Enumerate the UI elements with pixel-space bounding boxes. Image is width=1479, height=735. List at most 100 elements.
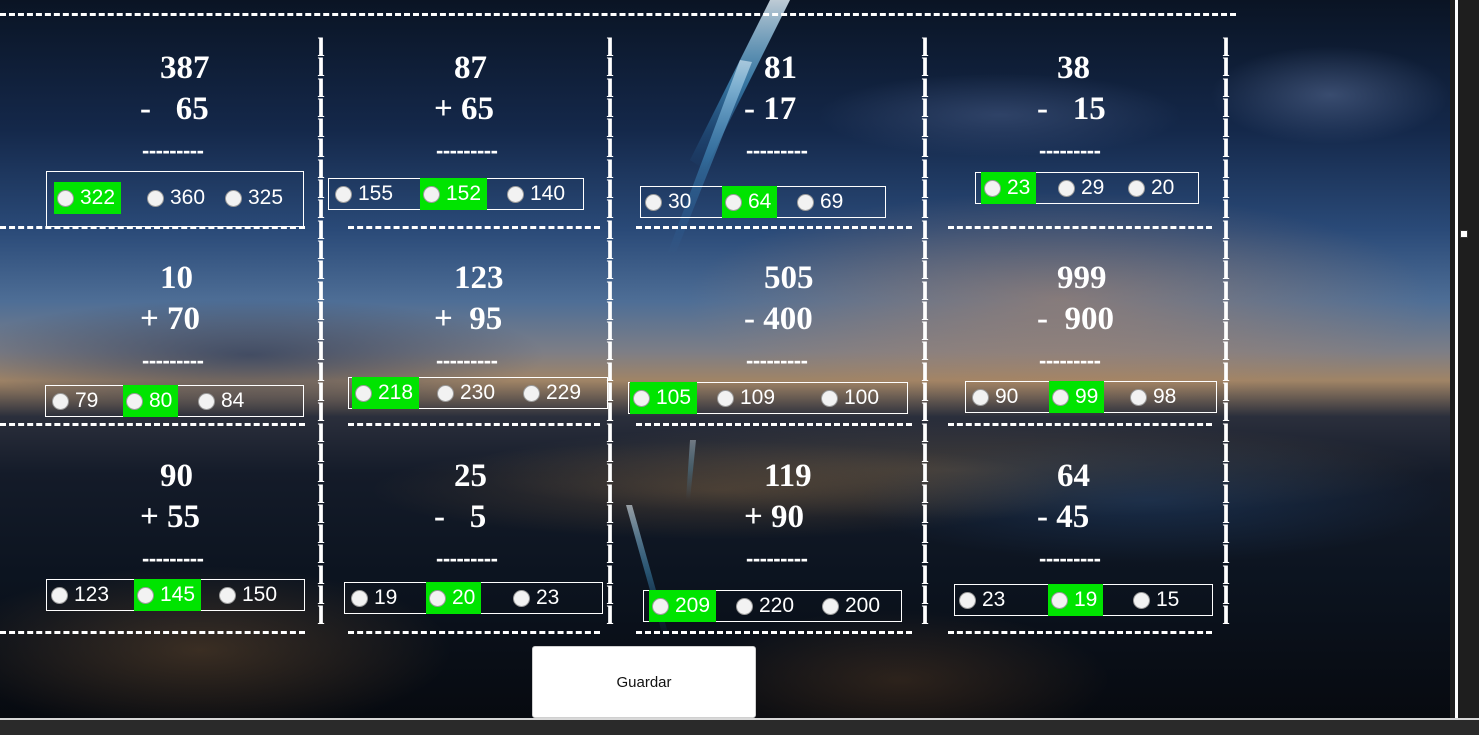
- radio-button[interactable]: [1058, 179, 1075, 197]
- answer-option-label: 123: [74, 583, 110, 606]
- radio-button[interactable]: [645, 193, 662, 211]
- answer-option[interactable]: 150: [216, 579, 277, 611]
- row-divider: [0, 226, 305, 229]
- radio-button[interactable]: [137, 586, 154, 604]
- row-divider: [348, 423, 600, 426]
- answer-option[interactable]: 123: [48, 579, 109, 611]
- answer-option[interactable]: 23: [981, 172, 1037, 204]
- radio-button[interactable]: [652, 597, 669, 615]
- answer-option[interactable]: 109: [714, 382, 775, 414]
- answer-option[interactable]: 30: [642, 186, 691, 218]
- radio-button[interactable]: [351, 589, 368, 607]
- answer-option[interactable]: 209: [649, 590, 717, 622]
- radio-button[interactable]: [355, 384, 372, 402]
- answer-option-label: 90: [995, 385, 1019, 408]
- radio-button[interactable]: [523, 384, 540, 402]
- radio-button[interactable]: [147, 189, 164, 207]
- operation-line: ---------: [746, 138, 808, 163]
- answer-option[interactable]: 100: [818, 382, 879, 414]
- radio-button[interactable]: [821, 389, 838, 407]
- radio-button[interactable]: [959, 591, 976, 609]
- operand-top: 90: [160, 458, 193, 494]
- operation-line: ---------: [1039, 546, 1101, 571]
- radio-button[interactable]: [513, 589, 530, 607]
- radio-button[interactable]: [507, 185, 524, 203]
- answer-option[interactable]: 90: [969, 381, 1018, 413]
- radio-button[interactable]: [429, 589, 446, 607]
- radio-button[interactable]: [633, 389, 650, 407]
- answer-option[interactable]: 80: [123, 385, 179, 417]
- answer-option[interactable]: 220: [733, 590, 794, 622]
- answer-option[interactable]: 29: [1055, 172, 1104, 204]
- answer-option[interactable]: 230: [434, 377, 495, 409]
- answer-option[interactable]: 23: [956, 584, 1005, 616]
- radio-button[interactable]: [335, 185, 352, 203]
- operand-bottom: + 70: [140, 301, 201, 337]
- answer-option[interactable]: 155: [332, 178, 393, 210]
- answer-option[interactable]: 360: [144, 182, 205, 214]
- operation-line: ---------: [436, 138, 498, 163]
- radio-button[interactable]: [1128, 179, 1145, 197]
- answer-option[interactable]: 19: [348, 582, 397, 614]
- radio-button[interactable]: [717, 389, 734, 407]
- answer-option[interactable]: 84: [195, 385, 244, 417]
- radio-button[interactable]: [736, 597, 753, 615]
- radio-button[interactable]: [1052, 388, 1069, 406]
- column-separator: l l l l l l l l l l l l l l l l l l l l …: [921, 33, 929, 631]
- answer-option[interactable]: 23: [510, 582, 559, 614]
- radio-button[interactable]: [52, 392, 69, 410]
- row-divider: [948, 631, 1212, 634]
- answer-option[interactable]: 140: [504, 178, 565, 210]
- answer-option[interactable]: 229: [520, 377, 581, 409]
- radio-button[interactable]: [51, 586, 68, 604]
- scrollbar-line: [1455, 0, 1458, 718]
- window-bottom-bar: [0, 718, 1479, 735]
- save-button[interactable]: Guardar: [532, 646, 756, 718]
- answer-option[interactable]: 20: [1125, 172, 1174, 204]
- answer-option[interactable]: 322: [54, 182, 122, 214]
- radio-button[interactable]: [972, 388, 989, 406]
- answer-option[interactable]: 19: [1048, 584, 1104, 616]
- answer-option-label: 209: [675, 594, 711, 617]
- radio-button[interactable]: [219, 586, 236, 604]
- answer-option[interactable]: 99: [1049, 381, 1105, 413]
- answer-option[interactable]: 64: [722, 186, 778, 218]
- answer-option[interactable]: 145: [134, 579, 202, 611]
- radio-button[interactable]: [423, 185, 440, 203]
- radio-button[interactable]: [198, 392, 215, 410]
- answer-option[interactable]: 69: [794, 186, 843, 218]
- radio-button[interactable]: [1130, 388, 1147, 406]
- row-divider: [348, 226, 600, 229]
- radio-button[interactable]: [797, 193, 814, 211]
- radio-button[interactable]: [1051, 591, 1068, 609]
- radio-button[interactable]: [822, 597, 839, 615]
- answer-option-label: 15: [1156, 588, 1180, 611]
- radio-button[interactable]: [1133, 591, 1150, 609]
- radio-button[interactable]: [984, 179, 1001, 197]
- answer-option[interactable]: 218: [352, 377, 420, 409]
- answer-option-label: 152: [446, 182, 482, 205]
- operation-line: ---------: [142, 546, 204, 571]
- answer-option[interactable]: 79: [49, 385, 98, 417]
- answer-option-label: 155: [358, 182, 394, 205]
- radio-button[interactable]: [725, 193, 742, 211]
- answer-option-label: 84: [221, 389, 245, 412]
- answer-option-label: 150: [242, 583, 278, 606]
- answer-option[interactable]: 200: [819, 590, 880, 622]
- radio-button[interactable]: [437, 384, 454, 402]
- radio-button[interactable]: [57, 189, 74, 207]
- operand-top: 64: [1057, 458, 1090, 494]
- answer-option[interactable]: 105: [630, 382, 698, 414]
- radio-button[interactable]: [225, 189, 242, 207]
- answer-option[interactable]: 98: [1127, 381, 1176, 413]
- answer-option-label: 200: [845, 594, 881, 617]
- scrollbar-handle[interactable]: [1460, 230, 1468, 238]
- operand-top: 87: [454, 50, 487, 86]
- answer-option[interactable]: 325: [222, 182, 283, 214]
- answer-option-label: 322: [80, 186, 116, 209]
- radio-button[interactable]: [126, 392, 143, 410]
- answer-option[interactable]: 15: [1130, 584, 1179, 616]
- answer-option[interactable]: 20: [426, 582, 482, 614]
- answer-option[interactable]: 152: [420, 178, 488, 210]
- operand-top: 999: [1057, 260, 1107, 296]
